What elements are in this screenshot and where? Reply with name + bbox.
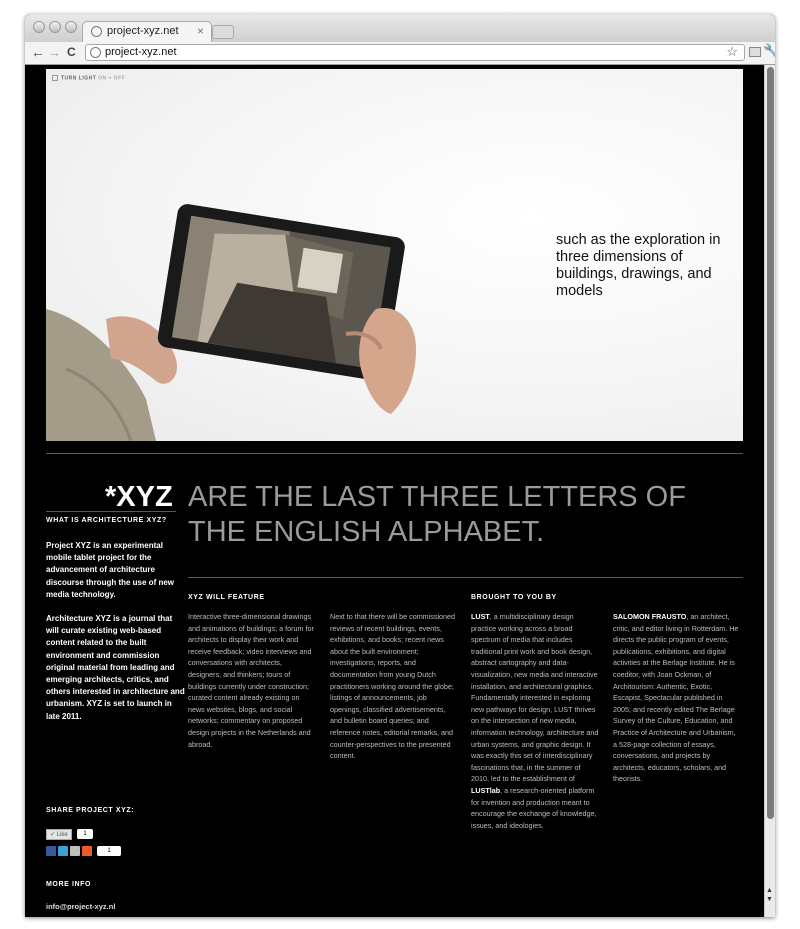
twitter-icon[interactable] (58, 846, 68, 856)
globe-icon (90, 47, 101, 58)
forward-button[interactable]: → (47, 44, 61, 60)
like-count: 1 (77, 829, 93, 839)
salomon-text: , an architect, critic, and editor livin… (613, 612, 739, 784)
like-label: Like (56, 832, 68, 838)
bookmark-star-icon[interactable]: ☆ (726, 44, 738, 60)
salomon-name: SALOMON FRAUSTO (613, 612, 687, 621)
email-link[interactable]: info@project-xyz.nl (46, 902, 115, 911)
headline: ARE THE LAST THREE LETTERS OF THE ENGLIS… (188, 481, 686, 548)
tab-title: project-xyz.net (107, 25, 179, 37)
sidebar-divider (46, 511, 176, 512)
xyz-title: *XYZ (105, 481, 173, 513)
addthis-icon[interactable] (82, 846, 92, 856)
lustlab-name: LUSTlab (471, 785, 501, 795)
scrollbar-thumb[interactable] (767, 67, 774, 819)
divider (46, 453, 743, 454)
content-divider (188, 577, 743, 578)
browser-toolbar: ← → C project-xyz.net ☆ 🔧 (25, 42, 775, 65)
browser-tabstrip: project-xyz.net × (25, 14, 775, 42)
what-is-intro: Project XYZ is an experimental mobile ta… (46, 541, 175, 599)
address-bar[interactable]: project-xyz.net ☆ (85, 44, 745, 61)
features-col1: Interactive three-dimensional drawings a… (188, 612, 314, 749)
features-col2: Next to that there will be commissioned … (330, 612, 456, 761)
vertical-scrollbar[interactable]: ▲ ▼ (764, 65, 775, 917)
scroll-up-arrow-icon[interactable]: ▲ (766, 887, 773, 894)
what-is-journal: Architecture XYZ is a journal that will … (46, 614, 185, 721)
scroll-down-arrow-icon[interactable]: ▼ (766, 896, 773, 903)
globe-icon (91, 26, 102, 37)
what-is-heading: WHAT IS ARCHITECTURE XYZ? (46, 517, 167, 524)
hero-caption: such as the exploration in three dimensi… (556, 232, 721, 299)
more-info-heading: MORE INFO (46, 881, 92, 888)
browser-window: project-xyz.net × ← → C project-xyz.net … (25, 14, 775, 917)
share-count: 1 (97, 846, 121, 856)
right-hand-shape (359, 308, 416, 414)
lust-name: LUST (471, 612, 490, 621)
facebook-like-button[interactable]: ✓ Like (46, 829, 72, 840)
email-icon[interactable] (70, 846, 80, 856)
share-heading: SHARE PROJECT XYZ: (46, 807, 135, 814)
zoom-window-button[interactable] (65, 21, 77, 33)
credits-salomon: SALOMON FRAUSTO, an architect, critic, a… (613, 611, 741, 785)
features-heading: XYZ WILL FEATURE (188, 594, 265, 601)
tab-close-icon[interactable]: × (197, 24, 204, 38)
facebook-icon[interactable] (46, 846, 56, 856)
wrench-icon[interactable]: 🔧 (763, 43, 775, 59)
back-button[interactable]: ← (31, 44, 45, 60)
browser-tab[interactable]: project-xyz.net × (82, 21, 212, 42)
credits-heading: BROUGHT TO YOU BY (471, 594, 557, 601)
credits-lust: LUST, a multidisciplinary design practic… (471, 611, 599, 831)
lust-text: , a multidisciplinary design practice wo… (471, 612, 599, 784)
close-window-button[interactable] (33, 21, 45, 33)
new-tab-button[interactable] (212, 25, 234, 39)
url-text[interactable]: project-xyz.net (105, 46, 177, 58)
minimize-window-button[interactable] (49, 21, 61, 33)
hero-image: TURN LIGHT ON – OFF such as the explorat… (46, 69, 743, 441)
reload-button[interactable]: C (67, 44, 76, 60)
extension-icon[interactable] (749, 47, 761, 57)
